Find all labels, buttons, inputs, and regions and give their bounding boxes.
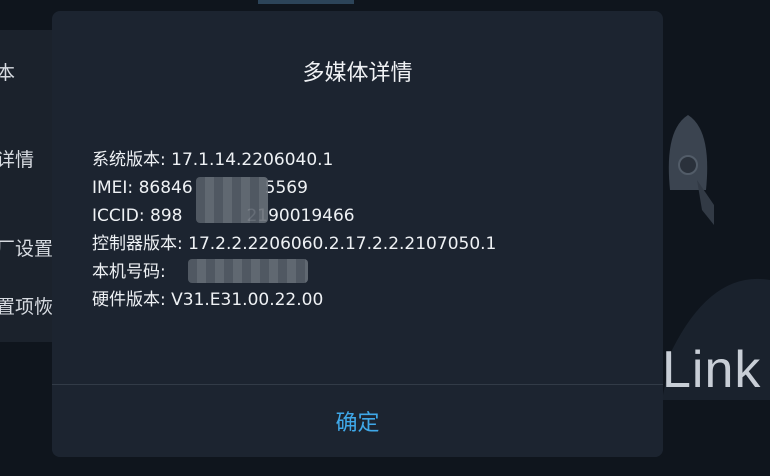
confirm-button[interactable]: 确定 <box>52 385 663 457</box>
iccid-label: ICCID: <box>92 206 145 226</box>
phone-number-redaction <box>188 259 308 283</box>
info-row-hardware-version: 硬件版本: V31.E31.00.22.00 <box>92 286 496 314</box>
info-row-system-version: 系统版本: 17.1.14.2206040.1 <box>92 146 496 174</box>
sidebar-item-version[interactable]: 本 <box>0 58 15 85</box>
phone-number-label: 本机号码: <box>92 262 166 282</box>
sidebar-item-reset-settings[interactable]: 置项恢 <box>0 292 53 319</box>
controller-version-value: 17.2.2.2206060.2.17.2.2.2107050.1 <box>188 234 497 254</box>
sidebar-item-details[interactable]: 详情 <box>0 145 34 172</box>
imei-label: IMEI: <box>92 178 134 198</box>
hardware-version-value: V31.E31.00.22.00 <box>171 290 324 310</box>
system-version-label: 系统版本: <box>92 150 166 170</box>
sidebar-item-factory-reset[interactable]: 厂设置 <box>0 234 53 261</box>
top-tab-indicator <box>258 0 354 4</box>
dialog-title: 多媒体详情 <box>302 61 413 86</box>
info-row-imei: IMEI: 86846 5569 <box>92 174 496 202</box>
imei-value-start: 86846 <box>138 178 193 198</box>
controller-version-label: 控制器版本: <box>92 234 183 254</box>
info-row-controller-version: 控制器版本: 17.2.2.2206060.2.17.2.2.2107050.1 <box>92 230 496 258</box>
media-details-dialog: 多媒体详情 系统版本: 17.1.14.2206040.1 IMEI: 8684… <box>52 11 663 457</box>
system-version-value: 17.1.14.2206040.1 <box>171 150 334 170</box>
info-list: 系统版本: 17.1.14.2206040.1 IMEI: 86846 5569 … <box>92 146 496 314</box>
iccid-value-start: 898 <box>150 206 183 226</box>
info-row-iccid: ICCID: 898 2190019466 <box>92 202 496 230</box>
brand-text: Link <box>662 341 762 399</box>
imei-iccid-redaction <box>196 177 268 223</box>
hardware-version-label: 硬件版本: <box>92 290 166 310</box>
imei-value-end: 5569 <box>264 178 308 198</box>
